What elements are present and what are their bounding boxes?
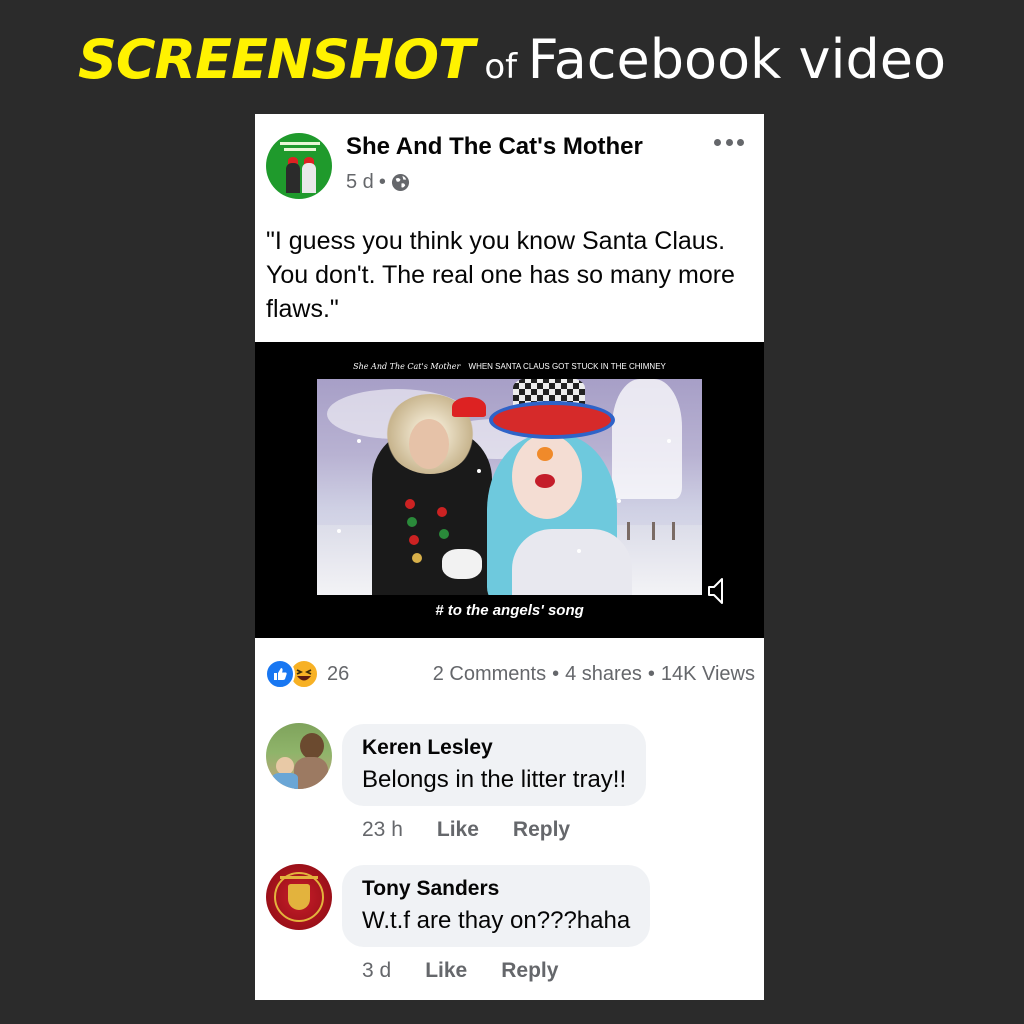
post-stats: 26 2 Comments • 4 shares • 14K Views — [265, 658, 755, 690]
post-card: She And The Cat's Mother 5 d • "I guess … — [255, 114, 764, 1000]
commenter-avatar[interactable] — [266, 864, 332, 930]
comment-time[interactable]: 3 d — [362, 959, 391, 983]
comments-count[interactable]: 2 Comments — [433, 663, 546, 685]
commenter-avatar[interactable] — [266, 723, 332, 789]
video-frame — [317, 379, 702, 595]
reaction-count[interactable]: 26 — [327, 663, 349, 686]
comment-actions: 23 h Like Reply — [362, 818, 604, 842]
views-count: 14K Views — [660, 662, 755, 685]
meta-separator: • — [378, 171, 386, 193]
comment-author[interactable]: Tony Sanders — [362, 877, 630, 901]
post-meta: 5 d • — [346, 171, 410, 194]
comment-like-button[interactable]: Like — [425, 959, 467, 983]
stats-separator: • — [552, 662, 560, 685]
post-time[interactable]: 5 d — [346, 171, 374, 194]
video-header: She And The Cat's Mother WHEN SANTA CLAU… — [255, 362, 764, 371]
comment-like-button[interactable]: Like — [437, 818, 479, 842]
post-text: "I guess you think you know Santa Claus.… — [266, 227, 735, 323]
comment-bubble: Keren Lesley Belongs in the litter tray!… — [342, 724, 647, 806]
globe-icon — [391, 173, 409, 192]
video-caption: # to the angels' song — [435, 602, 584, 619]
page-avatar[interactable] — [266, 133, 332, 199]
video-player[interactable]: She And The Cat's Mother WHEN SANTA CLAU… — [255, 342, 764, 638]
banner-title: SCREENSHOT of Facebook video — [0, 28, 1024, 91]
video-header-title: WHEN SANTA CLAUS GOT STUCK IN THE CHIMNE… — [468, 362, 666, 371]
engagement-stats: 2 Comments • 4 shares • 14K Views — [433, 663, 755, 686]
banner-word-screenshot: SCREENSHOT — [78, 28, 475, 91]
more-dots-icon[interactable] — [714, 136, 744, 148]
banner-word-of: of — [484, 47, 518, 87]
reaction-icons[interactable] — [265, 659, 319, 689]
comment-bubble: Tony Sanders W.t.f are thay on???haha — [342, 865, 651, 947]
comment-time[interactable]: 23 h — [362, 818, 403, 842]
shares-count[interactable]: 4 shares — [565, 663, 642, 685]
comment-author[interactable]: Keren Lesley — [362, 736, 626, 760]
comment-text: Belongs in the litter tray!! — [362, 766, 627, 793]
page-name[interactable]: She And The Cat's Mother — [346, 133, 643, 161]
comment-text: W.t.f are thay on???haha — [362, 907, 631, 934]
video-header-name: She And The Cat's Mother — [353, 362, 461, 371]
comment-reply-button[interactable]: Reply — [501, 959, 558, 983]
banner-word-facebook-video: Facebook video — [527, 28, 946, 91]
stats-separator: • — [647, 662, 655, 685]
comment-reply-button[interactable]: Reply — [513, 818, 570, 842]
comment-actions: 3 d Like Reply — [362, 959, 592, 983]
like-reaction-icon — [265, 659, 295, 689]
